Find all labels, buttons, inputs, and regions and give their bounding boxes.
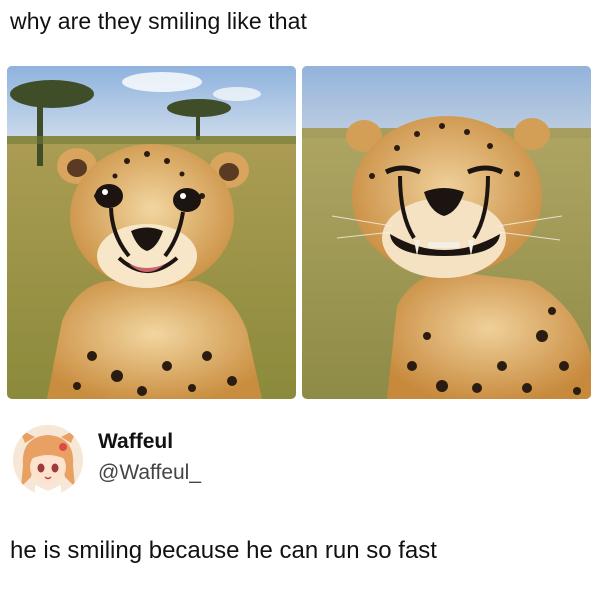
reply-text: he is smiling because he can run so fast: [10, 537, 437, 564]
post-caption: why are they smiling like that: [10, 8, 308, 34]
anime-girl-avatar-icon: [13, 425, 83, 495]
reply-display-name[interactable]: Waffeul: [98, 430, 173, 454]
reply-handle[interactable]: @Waffeul_: [98, 461, 201, 485]
photo-cheetah-right[interactable]: [302, 66, 591, 399]
avatar[interactable]: [13, 425, 83, 495]
photo-cheetah-left[interactable]: [7, 66, 296, 399]
photo-grid: [7, 66, 591, 399]
